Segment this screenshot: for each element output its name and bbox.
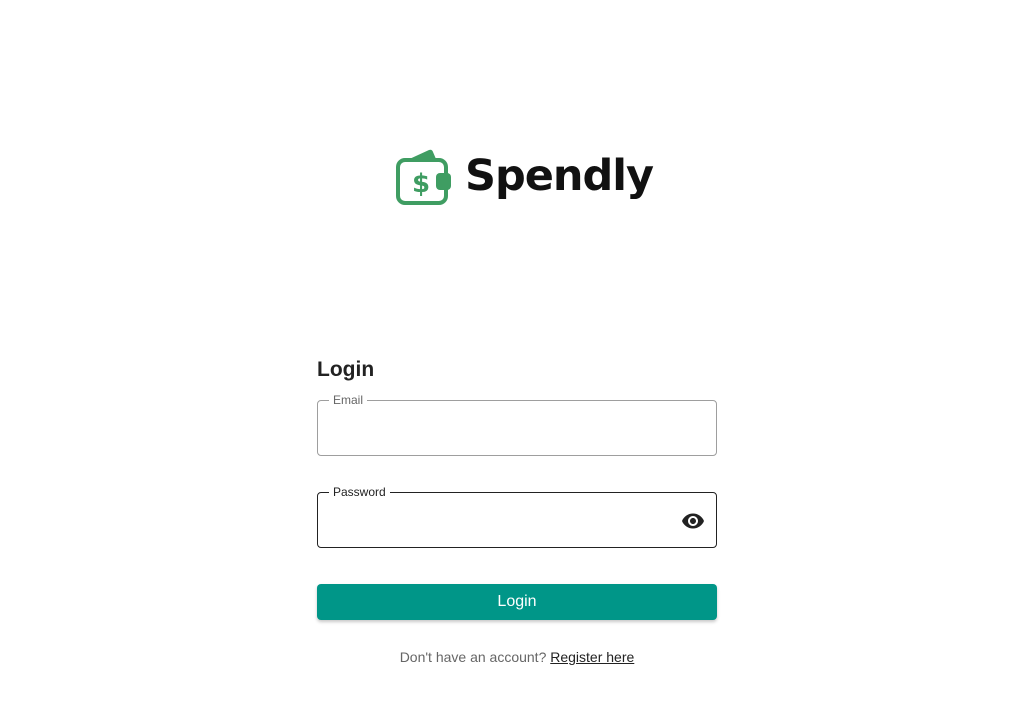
email-label: Email xyxy=(329,393,368,407)
email-field[interactable]: Email xyxy=(317,393,717,456)
register-prompt-line: Don't have an account? Register here xyxy=(317,648,717,666)
register-link[interactable]: Register here xyxy=(550,649,634,665)
wallet-dollar-icon: $ xyxy=(396,149,451,205)
brand-logo: $ Spendly xyxy=(395,146,654,206)
password-field[interactable]: Password xyxy=(317,485,717,548)
eye-icon xyxy=(682,513,704,529)
login-form: Login Email Password Login Don't have an… xyxy=(317,350,717,665)
login-button[interactable]: Login xyxy=(317,584,717,620)
form-title: Login xyxy=(317,358,375,381)
toggle-password-visibility-button[interactable] xyxy=(680,508,706,534)
login-page: $ Spendly Login Email Password Login Don… xyxy=(0,0,1034,702)
password-input[interactable] xyxy=(332,507,672,533)
svg-text:$: $ xyxy=(412,169,430,199)
password-label: Password xyxy=(329,485,390,499)
brand-name: Spendly xyxy=(465,151,654,201)
email-input[interactable] xyxy=(332,415,672,441)
register-prompt-text: Don't have an account? xyxy=(399,649,547,665)
